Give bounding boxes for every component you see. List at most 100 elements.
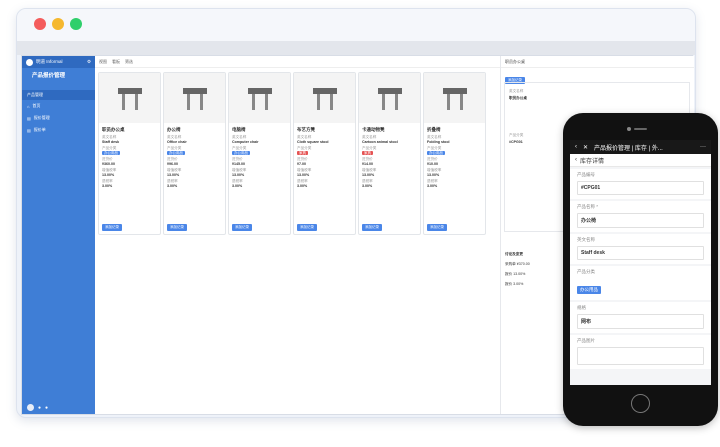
product-name: 折叠椅 bbox=[427, 127, 441, 132]
phone-mockup: ‹ ✕ 产品报价管理 | 库存 | 外... ··· ‹ 库存详情 产品编号 #C… bbox=[563, 113, 718, 426]
close-icon[interactable]: ✕ bbox=[583, 144, 588, 151]
more-icon[interactable]: ··· bbox=[700, 144, 706, 150]
field-category: 产品分类 办公用品 bbox=[427, 146, 445, 155]
product-card[interactable]: 卡通动物凳 英文名称 Cartoon animal stool 产品分类 家具 进货价 ¥1… bbox=[358, 72, 421, 235]
field-tax: 退税率 3.00% bbox=[167, 179, 178, 188]
sidebar-item-quote-sheet[interactable]: ▤ 报价单 bbox=[22, 124, 95, 136]
toolbar-filter[interactable]: 筛选 bbox=[125, 59, 133, 65]
phone-field[interactable]: 产品分类 办公用品 bbox=[570, 266, 711, 300]
sidebar-item-home[interactable]: ⌂ 首页 bbox=[22, 100, 95, 112]
doc-icon: ▤ bbox=[27, 115, 31, 121]
field-value[interactable]: #CPG01 bbox=[577, 181, 704, 195]
product-image bbox=[424, 73, 485, 123]
minimize-window-button[interactable] bbox=[52, 18, 64, 30]
sidebar: 明道 Informal ⚙ 产品报价管理 产品管理 ⌂ 首页 ▤ 报价管理 ▤ 报价单… bbox=[22, 56, 95, 414]
card-list: 职员办公桌 英文名称 Staff desk 产品分类 办公用品 进货价 ¥360.00 增值税… bbox=[95, 68, 500, 239]
title-bar bbox=[17, 9, 695, 41]
field-category: 产品分类 家具 bbox=[362, 146, 377, 155]
avatar[interactable] bbox=[27, 404, 34, 411]
image-placeholder[interactable] bbox=[577, 347, 704, 365]
category-tag: 家具 bbox=[297, 150, 308, 155]
field-category: 产品分类 办公用品 bbox=[102, 146, 120, 155]
category-tag: 办公用品 bbox=[577, 286, 601, 294]
category-tag: 办公用品 bbox=[232, 150, 250, 155]
home-icon: ⌂ bbox=[27, 103, 30, 109]
address-strip bbox=[17, 41, 695, 55]
field-tax: 退税率 3.00% bbox=[102, 179, 113, 188]
app-name[interactable]: 产品报价管理 bbox=[22, 68, 95, 82]
back-icon[interactable]: ‹ bbox=[575, 144, 577, 150]
add-record-button[interactable]: 添加记录 bbox=[102, 224, 122, 231]
field-tax: 退税率 3.00% bbox=[297, 179, 308, 188]
maximize-window-button[interactable] bbox=[70, 18, 82, 30]
phone-field[interactable]: 产品编号 #CPG01 bbox=[570, 169, 711, 199]
brand-logo-icon bbox=[26, 58, 33, 66]
main-area: 视图 看板 筛选 职员办公桌 英文名称 Staff desk 产品分类 办公用品 进货价 ¥… bbox=[95, 56, 500, 414]
home-button[interactable] bbox=[631, 394, 650, 413]
field-label: 产品图片 bbox=[577, 338, 595, 343]
sidebar-footer: ● ● bbox=[27, 404, 48, 411]
field-value[interactable]: 办公椅 bbox=[577, 213, 704, 228]
bell-icon[interactable]: ● bbox=[38, 405, 41, 411]
add-record-button[interactable]: 添加记录 bbox=[232, 224, 252, 231]
product-name: 布艺方凳 bbox=[297, 127, 315, 132]
product-card[interactable]: 布艺方凳 英文名称 Cloth square stool 产品分类 家具 进货价 ¥7.00… bbox=[293, 72, 356, 235]
phone-subheader: ‹ 库存详情 bbox=[570, 154, 711, 167]
phone-field[interactable]: 产品名称 * 办公椅 bbox=[570, 201, 711, 232]
product-card[interactable]: 办公椅 英文名称 Office chair 产品分类 办公用品 进货价 ¥96.00 增值税率… bbox=[163, 72, 226, 235]
product-image bbox=[359, 73, 420, 123]
phone-field[interactable]: 英文名称 Staff desk bbox=[570, 234, 711, 264]
field-en-name: 英文名称 Office chair bbox=[167, 135, 187, 144]
close-window-button[interactable] bbox=[34, 18, 46, 30]
category-tag: 办公用品 bbox=[102, 150, 120, 155]
field-en-name: 英文名称 Computer chair bbox=[232, 135, 259, 144]
field-category: 产品分类 办公用品 bbox=[232, 146, 250, 155]
field-price: 进货价 ¥7.00 bbox=[297, 157, 308, 166]
view-toolbar: 视图 看板 筛选 bbox=[95, 56, 500, 68]
toolbar-view[interactable]: 视图 bbox=[99, 59, 107, 65]
field-margin: 增值税率 13.00% bbox=[102, 168, 117, 177]
phone-nav-title: 产品报价管理 | 库存 | 外... bbox=[594, 145, 663, 152]
field-category: 产品分类 办公用品 bbox=[167, 146, 185, 155]
product-card[interactable]: 电脑椅 英文名称 Computer chair 产品分类 办公用品 进货价 ¥145.00 增… bbox=[228, 72, 291, 235]
phone-form: 产品编号 #CPG01 产品名称 * 办公椅 英文名称 Staff desk 产品分类 办公用… bbox=[570, 169, 711, 369]
brand-name: 明道 Informal bbox=[36, 59, 63, 64]
field-price: 进货价 ¥10.00 bbox=[427, 157, 438, 166]
field-category: 产品分类 家具 bbox=[297, 146, 312, 155]
add-record-button[interactable]: 添加记录 bbox=[427, 224, 447, 231]
doc-icon: ▤ bbox=[27, 127, 31, 133]
category-tag: 办公用品 bbox=[427, 150, 445, 155]
field-price: 进货价 ¥145.00 bbox=[232, 157, 245, 166]
field-margin: 增值税率 13.00% bbox=[427, 168, 442, 177]
product-card[interactable]: 职员办公桌 英文名称 Staff desk 产品分类 办公用品 进货价 ¥360.00 增值税… bbox=[98, 72, 161, 235]
field-margin: 增值税率 13.00% bbox=[297, 168, 312, 177]
add-record-button[interactable]: 添加记录 bbox=[167, 224, 187, 231]
toolbar-kanban[interactable]: 看板 bbox=[112, 59, 120, 65]
sidebar-item-quote[interactable]: ▤ 报价管理 bbox=[22, 112, 95, 124]
panel-field-value: #CPG01 bbox=[509, 140, 523, 144]
sidebar-section[interactable]: 产品管理 bbox=[22, 90, 95, 100]
field-tax: 退税率 3.00% bbox=[232, 179, 243, 188]
settings-icon[interactable]: ⚙ bbox=[87, 59, 91, 65]
product-card[interactable]: 折叠椅 英文名称 Folding stool 产品分类 办公用品 进货价 ¥10.00 增值税… bbox=[423, 72, 486, 235]
category-tag: 家具 bbox=[362, 150, 373, 155]
product-name: 卡通动物凳 bbox=[362, 127, 385, 132]
field-price: 进货价 ¥96.00 bbox=[167, 157, 178, 166]
field-label: 产品分类 bbox=[577, 269, 595, 274]
field-margin: 增值税率 13.00% bbox=[232, 168, 247, 177]
add-record-button[interactable]: 添加记录 bbox=[362, 224, 382, 231]
field-value[interactable]: 网布 bbox=[577, 314, 704, 329]
field-en-name: 英文名称 Staff desk bbox=[102, 135, 120, 144]
chevron-left-icon[interactable]: ‹ bbox=[575, 157, 577, 163]
help-icon[interactable]: ● bbox=[45, 405, 48, 411]
panel-header: 职员办公桌 bbox=[501, 56, 694, 68]
phone-field[interactable]: 产品图片 bbox=[570, 335, 711, 369]
field-value[interactable]: Staff desk bbox=[577, 246, 704, 260]
field-label: 产品编号 bbox=[577, 172, 595, 177]
panel-field-label: 产品分类 bbox=[509, 133, 524, 137]
product-image bbox=[294, 73, 355, 123]
product-image bbox=[99, 73, 160, 123]
add-record-button[interactable]: 添加记录 bbox=[297, 224, 317, 231]
phone-field[interactable]: 规格 网布 bbox=[570, 302, 711, 333]
field-label: 产品名称 * bbox=[577, 204, 599, 209]
